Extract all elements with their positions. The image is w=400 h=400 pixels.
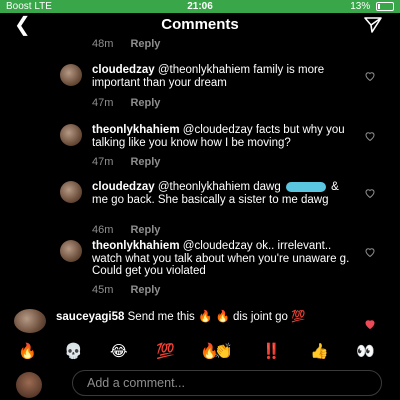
comment-time: 47m	[92, 156, 114, 168]
battery-indicator: 13%	[350, 0, 394, 13]
comment-username[interactable]: theonlykhahiem	[92, 240, 180, 252]
redaction-scribble	[285, 181, 326, 192]
comment-text: theonlykhahiem @cloudedzay ok.. irreleva…	[92, 240, 362, 278]
fire-emoji-button[interactable]: 🔥	[18, 340, 37, 364]
like-heart-icon[interactable]	[364, 70, 376, 82]
skull-emoji-button[interactable]: 💀	[64, 340, 83, 364]
comment-text: theonlykhahiem @cloudedzay facts but why…	[92, 124, 347, 149]
status-bar: Boost LTE 21:06 13%	[0, 0, 400, 13]
reply-button[interactable]: Reply	[130, 156, 160, 168]
comment-meta: 48m Reply	[92, 38, 160, 50]
reply-button[interactable]: Reply	[130, 224, 160, 236]
comment-username[interactable]: theonlykhahiem	[92, 124, 180, 136]
comment-input-row: Add a comment...	[0, 370, 400, 400]
comment-text: cloudedzay @theonlykhahiem dawg & me go …	[92, 181, 347, 206]
avatar[interactable]	[60, 240, 82, 262]
comment-text: cloudedzay @theonlykhahiem family is mor…	[92, 64, 347, 89]
comment-body-start: @theonlykhahiem dawg	[157, 181, 281, 193]
hundred-emoji-button[interactable]: 💯	[156, 340, 175, 364]
comment-meta: 47m Reply	[92, 156, 160, 168]
reply-button[interactable]: Reply	[130, 97, 160, 109]
reply-button[interactable]: Reply	[130, 284, 160, 296]
like-heart-icon[interactable]	[364, 246, 376, 258]
comment-meta: 46m Reply	[92, 224, 160, 236]
like-heart-icon[interactable]	[364, 187, 376, 199]
comment-meta: 45m Reply	[92, 284, 160, 296]
comment-username[interactable]: cloudedzay	[92, 64, 155, 76]
comment-time: 47m	[92, 97, 114, 109]
liked-heart-icon[interactable]	[364, 318, 376, 330]
double-exclamation-emoji-button[interactable]: ‼️	[262, 340, 281, 364]
comment-text: sauceyagi58 Send me this 🔥 🔥 dis joint g…	[56, 311, 346, 324]
avatar[interactable]	[14, 309, 46, 333]
thumbs-up-emoji-button[interactable]: 👍	[310, 340, 329, 364]
comment-username[interactable]: cloudedzay	[92, 181, 155, 193]
comment-input[interactable]: Add a comment...	[72, 370, 382, 396]
battery-percent: 13%	[350, 1, 371, 12]
comment-time: 48m	[92, 38, 114, 50]
clapping-emoji-button[interactable]: 👏	[214, 340, 233, 364]
comment-time: 45m	[92, 284, 114, 296]
reply-button[interactable]: Reply	[130, 38, 160, 50]
current-user-avatar	[16, 372, 42, 398]
send-icon[interactable]	[364, 17, 382, 33]
avatar[interactable]	[60, 181, 82, 203]
comment-body: Send me this 🔥 🔥 dis joint go 💯	[127, 311, 306, 323]
page-title: Comments	[161, 16, 239, 33]
battery-icon	[376, 1, 394, 11]
clock: 21:06	[187, 1, 213, 12]
laughing-emoji-button[interactable]: 😂	[110, 340, 128, 364]
like-heart-icon[interactable]	[364, 130, 376, 142]
emoji-quick-bar: 🔥 💀 😂 💯 🔥 👏 ‼️ 👍 👀	[0, 340, 400, 366]
eyes-emoji-button[interactable]: 👀	[356, 340, 375, 364]
comment-time: 46m	[92, 224, 114, 236]
comment-username[interactable]: sauceyagi58	[56, 311, 124, 323]
comment-meta: 47m Reply	[92, 97, 160, 109]
avatar[interactable]	[60, 64, 82, 86]
comments-header: ❮ Comments	[0, 13, 400, 39]
avatar[interactable]	[60, 124, 82, 146]
